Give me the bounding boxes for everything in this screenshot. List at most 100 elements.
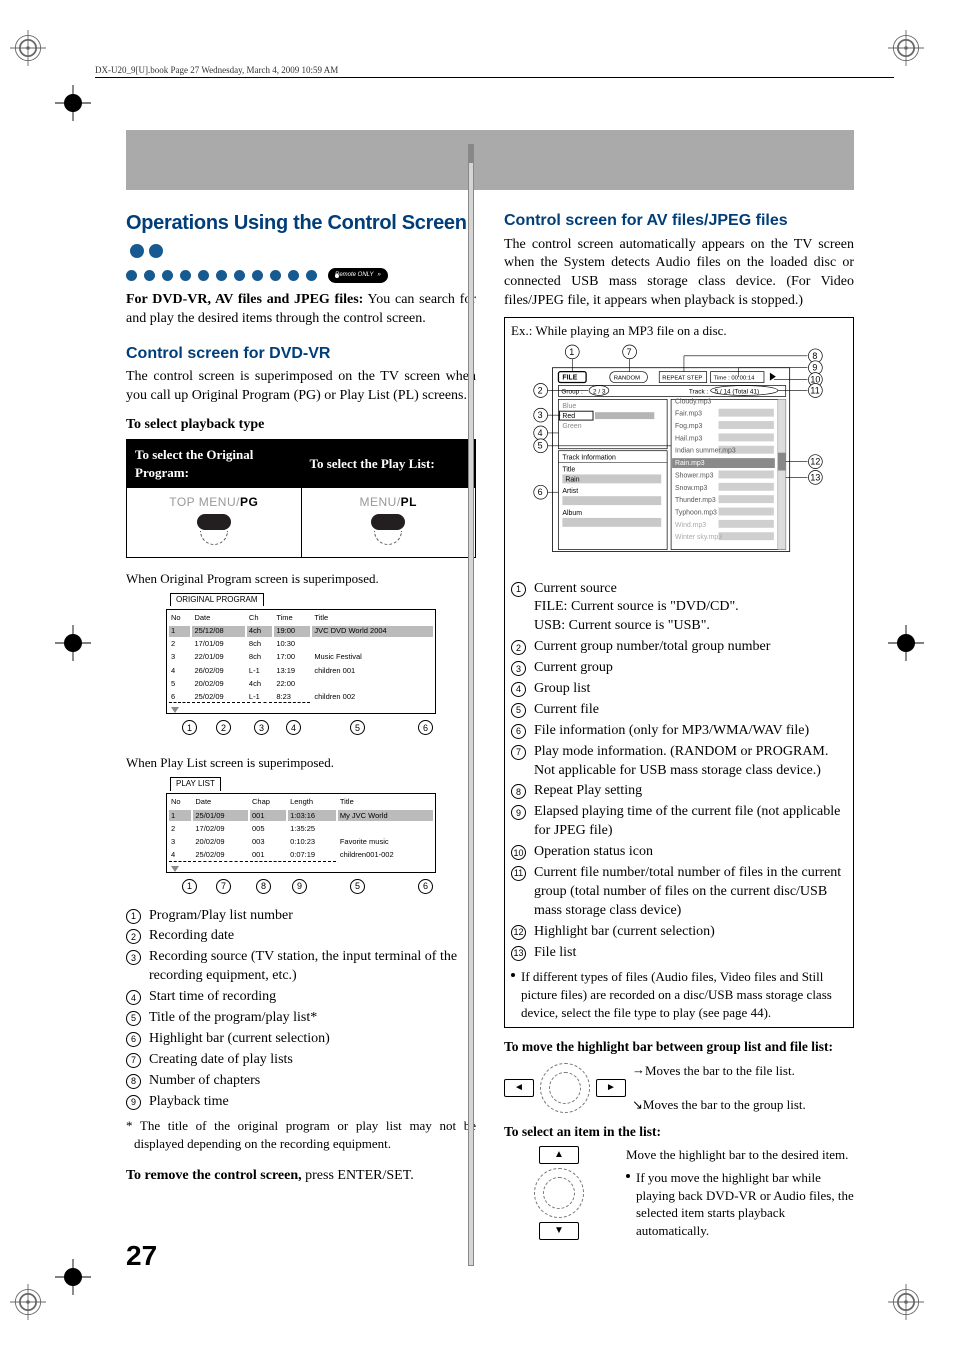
remote-button-icon	[371, 514, 405, 530]
disc-dot-icon	[149, 244, 163, 258]
callout-3: 3	[254, 720, 269, 735]
tab-original-program: ORIGINAL PROGRAM	[170, 593, 264, 607]
svg-text:5 / 14 (Total 41): 5 / 14 (Total 41)	[715, 388, 760, 395]
svg-text:2: 2	[538, 385, 543, 395]
reg-mark-icon	[888, 625, 924, 661]
table-header: Title	[338, 796, 433, 808]
table-header: Date	[193, 796, 248, 808]
disc-dot-icon	[288, 270, 299, 281]
ex-label: Ex.: While playing an MP3 file on a disc…	[511, 322, 847, 340]
disc-dot-icon	[130, 244, 144, 258]
btn1-pre: TOP MENU/	[169, 495, 240, 509]
scrollbar-icon	[468, 144, 474, 1266]
intro-para: For DVD-VR, AV files and JPEG files: You…	[126, 291, 476, 329]
svg-text:13: 13	[810, 472, 820, 482]
dvdvr-desc: The control screen is superimposed on th…	[126, 368, 476, 406]
disc-dot-icon	[144, 270, 155, 281]
move-group-list-text: ↘ Moves the bar to the group list.	[632, 1096, 854, 1114]
caption-playlist: When Play List screen is superimposed.	[126, 754, 476, 772]
enum-item: 5Current file	[511, 701, 847, 720]
table-row: 125/01/090011:03:16My JVC World	[169, 810, 433, 821]
svg-text:Winter sky.mp3: Winter sky.mp3	[675, 534, 722, 541]
disc-dot-icon	[126, 270, 137, 281]
sel-auto-bullet: If you move the highlight bar while play…	[626, 1169, 854, 1239]
av-example-box: Ex.: While playing an MP3 file on a disc…	[504, 317, 854, 1028]
menu-pl-label: MENU/PL	[310, 494, 468, 510]
footnote: * The title of the original program or p…	[126, 1117, 476, 1152]
enum-item: 3Recording source (TV station, the input…	[126, 948, 476, 986]
enum-item: 7Play mode information. (RANDOM or PROGR…	[511, 743, 847, 781]
disc-dot-icon	[198, 270, 209, 281]
av-enum-list: 1Current sourceFILE: Current source is "…	[511, 580, 847, 963]
disc-dot-icon	[162, 270, 173, 281]
svg-text:Blue: Blue	[562, 403, 576, 410]
pl-callouts: 1 7 8 9 5 6	[166, 879, 436, 901]
svg-text:8: 8	[812, 351, 817, 361]
orig-table: NoDateChTimeTitle 125/12/084ch19:00JVC D…	[167, 610, 435, 706]
svg-text:Wind.mp3: Wind.mp3	[675, 522, 706, 529]
original-program-panel: NoDateChTimeTitle 125/12/084ch19:00JVC D…	[166, 609, 436, 715]
press-arc-icon	[374, 531, 402, 545]
enum-item: 12Highlight bar (current selection)	[511, 923, 847, 942]
header-rule	[95, 77, 894, 78]
svg-text:10: 10	[810, 374, 820, 384]
disc-dot-icon	[234, 270, 245, 281]
move-file-list-text: → Moves the bar to the file list.	[632, 1062, 854, 1080]
svg-text:Green: Green	[562, 423, 581, 430]
remote-only-pill-icon: Remote ONLY »	[328, 268, 388, 283]
cursor-down-button-icon: ▼	[539, 1222, 579, 1240]
disc-dot-icon	[270, 270, 281, 281]
pl-table: NoDateChapLengthTitle 125/01/090011:03:1…	[167, 794, 435, 864]
enum-item: 1Program/Play list number	[126, 907, 476, 926]
callout-1: 1	[182, 720, 197, 735]
playback-select-table: To select the Original Program: To selec…	[126, 439, 476, 558]
svg-text:11: 11	[810, 385, 819, 395]
table-header: Time	[274, 612, 310, 624]
callout-5: 5	[350, 720, 365, 735]
enum-item: 9Playback time	[126, 1093, 476, 1112]
remote-only-label: Remote ONLY	[335, 271, 373, 279]
cursor-up-button-icon: ▲	[539, 1146, 579, 1164]
reg-mark-icon	[55, 85, 91, 121]
svg-text:Typhoon.mp3: Typhoon.mp3	[675, 509, 717, 516]
select-item-subhead: To select an item in the list:	[504, 1123, 854, 1141]
table-header: Title	[312, 612, 433, 624]
filetype-bullet: If different types of files (Audio files…	[511, 968, 847, 1021]
svg-text:Rain: Rain	[565, 476, 579, 483]
svg-text:12: 12	[810, 456, 820, 466]
remove-line: To remove the control screen, press ENTE…	[126, 1167, 476, 1186]
table-header: Ch	[247, 612, 272, 624]
svg-text:FILE: FILE	[562, 374, 577, 381]
btn1-em: PG	[240, 495, 258, 509]
filetype-bullet-text: If different types of files (Audio files…	[521, 968, 847, 1021]
select-playback-subhead: To select playback type	[126, 416, 476, 435]
topmenu-pg-label: TOP MENU/PG	[135, 494, 293, 510]
svg-text:Fair.mp3: Fair.mp3	[675, 410, 702, 417]
header-book-mark: DX-U20_9[U].book Page 27 Wednesday, Marc…	[95, 64, 894, 76]
table-row: 320/02/090030:10:23Favorite music	[169, 836, 433, 847]
table-row: 217/02/090051:35:25	[169, 823, 433, 834]
enum-item: 8Repeat Play setting	[511, 782, 847, 801]
caption-original: When Original Program screen is superimp…	[126, 570, 476, 588]
reg-mark-icon	[888, 1284, 924, 1320]
svg-text:Artist: Artist	[562, 488, 578, 495]
disc-dot-icon	[180, 270, 191, 281]
table-header: Chap	[250, 796, 286, 808]
av-desc: The control screen automatically appears…	[504, 236, 854, 312]
table-header: Length	[288, 796, 336, 808]
table-row: 217/01/098ch10:30	[169, 639, 433, 650]
enum-item: 7Creating date of play lists	[126, 1051, 476, 1070]
more-down-icon	[171, 866, 179, 872]
svg-text:4: 4	[538, 428, 543, 438]
callout-7: 7	[216, 879, 231, 894]
svg-text:Group :: Group :	[561, 388, 583, 395]
move-hl-subhead: To move the highlight bar between group …	[504, 1038, 854, 1056]
svg-text:3: 3	[538, 410, 543, 420]
table-row: 425/02/090010:07:19children001-002	[169, 849, 433, 861]
file-browser-figure: FILE RANDOM REPEAT STEP Time : 00:00:14 …	[511, 344, 847, 571]
callout-1: 1	[182, 879, 197, 894]
btn2-em: PL	[401, 495, 417, 509]
enum-item: 8Number of chapters	[126, 1072, 476, 1091]
playlist-panel: NoDateChapLengthTitle 125/01/090011:03:1…	[166, 793, 436, 873]
table-row: 322/01/098ch17:00Music Festival	[169, 652, 433, 663]
